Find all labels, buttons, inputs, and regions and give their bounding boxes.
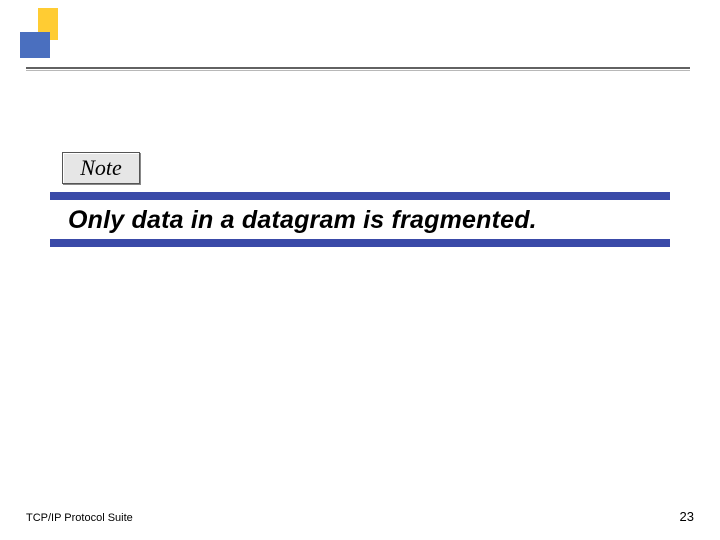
- corner-blue-block: [20, 32, 50, 58]
- callout-top-band: [50, 192, 670, 200]
- callout-body: Only data in a datagram is fragmented.: [50, 200, 670, 239]
- callout-bottom-band: [50, 239, 670, 247]
- header-rule: [26, 67, 690, 69]
- page-number: 23: [680, 509, 694, 524]
- slide: Note Only data in a datagram is fragment…: [0, 0, 720, 540]
- note-label: Note: [80, 155, 122, 181]
- slide-corner-decoration: [20, 8, 72, 66]
- footer-source: TCP/IP Protocol Suite: [26, 512, 133, 524]
- header-rule-shadow: [26, 70, 690, 71]
- callout-text: Only data in a datagram is fragmented.: [68, 206, 537, 234]
- callout-block: Only data in a datagram is fragmented.: [50, 192, 670, 247]
- note-label-box: Note: [62, 152, 140, 184]
